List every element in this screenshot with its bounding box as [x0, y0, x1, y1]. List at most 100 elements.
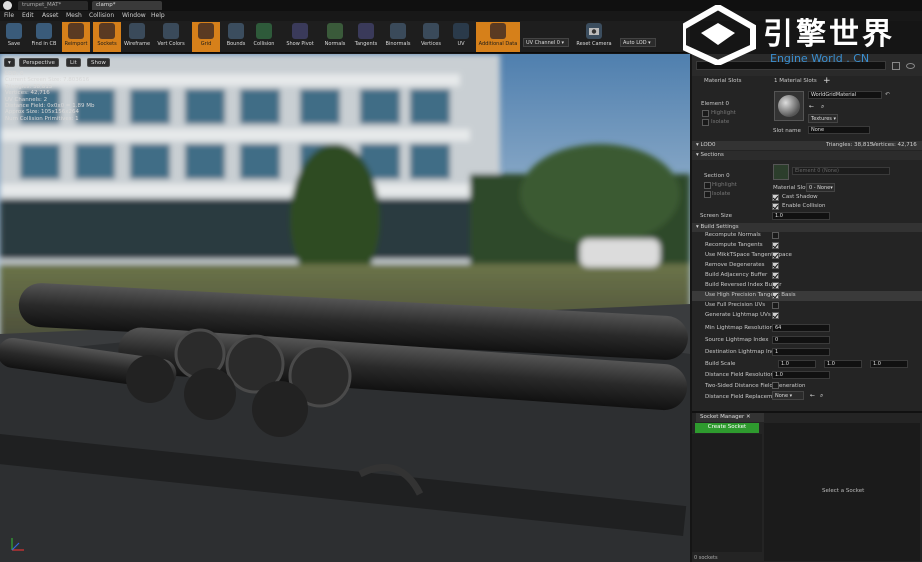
build-scale-x-value: 1.0 [781, 361, 789, 367]
toolbar-button-find-in-cb[interactable]: Find in CB [30, 22, 58, 52]
engine-world-logo-mark [683, 5, 756, 65]
uv-channel-dropdown[interactable]: UV Channel 0 ▾ [523, 38, 569, 47]
slot-name-value: None [811, 127, 825, 133]
build-setting-checkbox[interactable] [772, 242, 779, 249]
df-resolution-value: 1.0 [775, 372, 783, 378]
build-setting-checkbox[interactable] [772, 312, 779, 319]
viewport[interactable]: ▾ Perspective Lit Show LOD: 0 Current Scr… [0, 54, 690, 562]
viewport-options-button[interactable]: ▾ [4, 58, 15, 67]
toolbar-button-wireframe[interactable]: Wireframe [123, 22, 151, 52]
screen-size-input[interactable]: 1.0 [772, 212, 830, 220]
menu-window[interactable]: Window [122, 12, 146, 19]
section-highlight-label: Highlight [712, 182, 737, 188]
build-scale-x[interactable]: 1.0 [778, 360, 816, 368]
build-setting-label: Recompute Tangents [705, 242, 763, 248]
section-isolate-checkbox[interactable] [704, 191, 711, 198]
toolbar-button-collision[interactable]: Collision [250, 22, 278, 52]
df-browse-icon[interactable]: ⌕ [820, 392, 823, 400]
df-use-selected-icon[interactable]: ← [810, 392, 815, 399]
toolbar-button-vertices[interactable]: Vertices [417, 22, 445, 52]
toolbar-button-label: Additional Data [478, 41, 518, 47]
build-setting-checkbox[interactable] [772, 272, 779, 279]
toolbar-button-bounds[interactable]: Bounds [222, 22, 250, 52]
toolbar-button-show-pivot[interactable]: Show Pivot [286, 22, 314, 52]
grid-icon [198, 23, 214, 39]
menu-mesh[interactable]: Mesh [66, 12, 82, 19]
reset-camera-button[interactable]: Reset Camera [576, 22, 612, 52]
viewport-scene [0, 54, 690, 562]
sections-label: Sections [700, 152, 724, 158]
build-setting-checkbox[interactable] [772, 292, 779, 299]
socket-manager-label: Socket Manager [700, 414, 745, 420]
min-lightmap-input[interactable]: 64 [772, 324, 830, 332]
build-setting-checkbox[interactable] [772, 282, 779, 289]
tab-clamp[interactable]: clamp* [92, 1, 162, 10]
cast-shadow-checkbox[interactable] [772, 194, 779, 201]
build-setting-checkbox[interactable] [772, 232, 779, 239]
material-slot-dropdown[interactable]: 0 - None▾ [806, 183, 835, 192]
build-setting-label: Use High Precision Tangent Basis [705, 292, 796, 298]
toolbar-button-vert-colors[interactable]: Vert Colors [157, 22, 185, 52]
section-material-picker[interactable]: Element 0 (None) [792, 167, 890, 175]
df-replacement-dropdown[interactable]: None ▾ [772, 391, 804, 400]
perspective-button[interactable]: Perspective [19, 58, 59, 67]
toolbar-button-grid[interactable]: Grid [192, 22, 220, 52]
build-setting-checkbox[interactable] [772, 252, 779, 259]
slot-name-input[interactable]: None [808, 126, 870, 134]
menu-help[interactable]: Help [151, 12, 165, 19]
add-material-icon[interactable]: + [823, 76, 831, 86]
two-sided-df-checkbox[interactable] [772, 382, 779, 389]
build-settings-header[interactable]: ▾ Build Settings [692, 223, 922, 232]
toolbar-button-save[interactable]: Save [0, 22, 28, 52]
highlight-checkbox[interactable] [702, 110, 709, 117]
build-scale-z[interactable]: 1.0 [870, 360, 908, 368]
dst-lightmap-input[interactable]: 1 [772, 348, 830, 356]
build-setting-checkbox[interactable] [772, 262, 779, 269]
material-picker[interactable]: WorldGridMaterial [808, 91, 882, 99]
material-thumbnail[interactable] [774, 91, 804, 121]
toolbar-button-uv[interactable]: UV [447, 22, 475, 52]
material-slot-value: 0 - None [809, 185, 831, 191]
socket-manager-panel: Socket Manager ✕ Create Socket 0 sockets… [692, 411, 922, 562]
min-lightmap-label: Min Lightmap Resolution [705, 325, 773, 331]
lit-button[interactable]: Lit [66, 58, 81, 67]
show-button[interactable]: Show [87, 58, 110, 67]
toolbar-button-tangents[interactable]: Tangents [352, 22, 380, 52]
menu-file[interactable]: File [4, 12, 14, 19]
logo-latin-text: Engine World . CN [770, 52, 870, 65]
unreal-logo-icon[interactable] [3, 1, 12, 10]
browse-icon[interactable]: ⌕ [821, 103, 824, 111]
build-setting-label: Remove Degenerates [705, 262, 765, 268]
section-material-thumbnail[interactable] [773, 164, 789, 180]
lod-triangles: Triangles: 38,815 [826, 142, 874, 148]
lod-dropdown[interactable]: Auto LOD ▾ [620, 38, 656, 47]
toolbar-button-sockets[interactable]: Sockets [93, 22, 121, 52]
toolbar-button-normals[interactable]: Normals [321, 22, 349, 52]
tab-trumpet-mat[interactable]: trumpet_MAT* [18, 1, 88, 10]
lod-header[interactable]: ▾ LOD0 Triangles: 38,815 Vertices: 42,71… [692, 141, 922, 150]
use-selected-icon[interactable]: ← [809, 103, 814, 110]
menu-edit[interactable]: Edit [22, 12, 34, 19]
section-material-name: Element 0 (None) [795, 168, 840, 174]
sections-header[interactable]: ▾ Sections [692, 151, 922, 160]
textures-dropdown[interactable]: Textures ▾ [808, 114, 838, 123]
create-socket-button[interactable]: Create Socket [695, 423, 759, 433]
clear-material-icon[interactable]: ↶ [885, 91, 890, 98]
reset-camera-label: Reset Camera [576, 41, 612, 47]
toolbar-button-reimport[interactable]: Reimport [62, 22, 90, 52]
src-lightmap-input[interactable]: 0 [772, 336, 830, 344]
toolbar-button-binormals[interactable]: Binormals [384, 22, 412, 52]
menu-asset[interactable]: Asset [42, 12, 58, 19]
socket-list[interactable] [692, 434, 762, 552]
tab-socket-manager[interactable]: Socket Manager ✕ [696, 413, 764, 422]
isolate-checkbox[interactable] [702, 119, 709, 126]
build-setting-checkbox[interactable] [772, 302, 779, 309]
enable-collision-checkbox[interactable] [772, 203, 779, 210]
build-scale-y[interactable]: 1.0 [824, 360, 862, 368]
df-resolution-input[interactable]: 1.0 [772, 371, 830, 379]
section-highlight-checkbox[interactable] [704, 182, 711, 189]
lod-header-label: LOD0 [700, 142, 716, 148]
build-setting-label: Use Full Precision UVs [705, 302, 766, 308]
toolbar-button-additional-data[interactable]: Additional Data [476, 22, 520, 52]
menu-collision[interactable]: Collision [89, 12, 114, 19]
